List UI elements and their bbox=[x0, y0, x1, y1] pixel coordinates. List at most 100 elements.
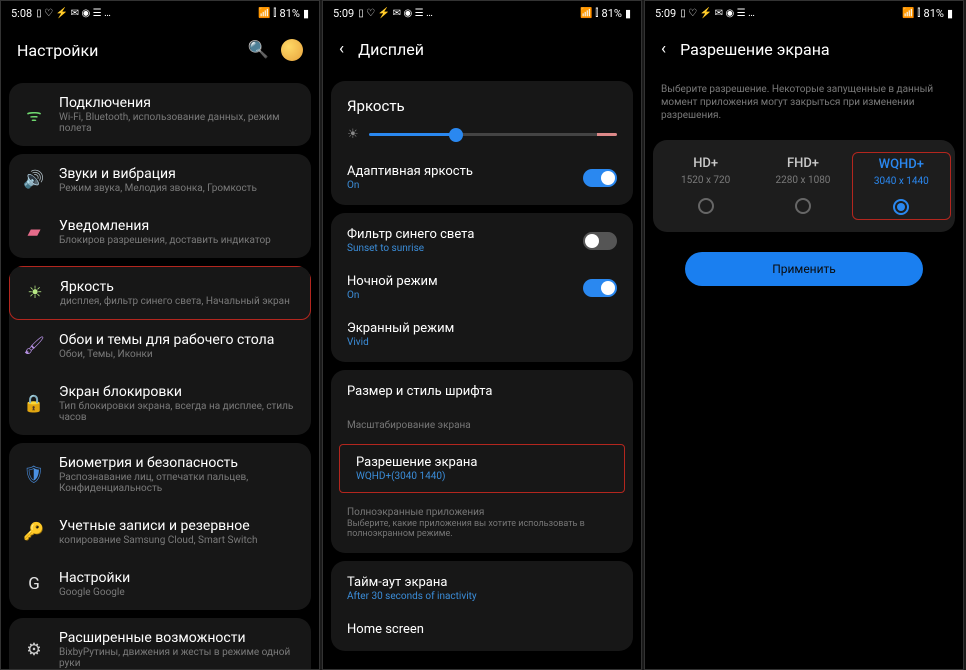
item-connections[interactable]: ᯤ Подключения Wi-Fi, Bluetooth, использо… bbox=[9, 83, 311, 146]
search-icon[interactable]: 🔍 bbox=[248, 40, 269, 60]
google-icon: G bbox=[23, 573, 45, 595]
slider-knob[interactable] bbox=[449, 128, 463, 142]
option-wqhd[interactable]: WQHD+ 3040 x 1440 bbox=[852, 152, 951, 220]
apply-button[interactable]: Применить bbox=[685, 252, 923, 286]
row-sub: WQHD+(3040 1440) bbox=[356, 471, 608, 482]
option-hd[interactable]: HD+ 1520 x 720 bbox=[657, 152, 754, 220]
group-sound: 🔊 Звуки и вибрация Режим звука, Мелодия … bbox=[9, 154, 311, 258]
item-title: Учетные записи и резервное bbox=[59, 518, 297, 534]
settings-screen: 5:08 ▯ ♡ ⚡ ✉ ◉ ☰ … 📶 ⫿ 81% ▮ Настройки 🔍… bbox=[0, 0, 320, 670]
back-icon[interactable]: ‹ bbox=[339, 39, 344, 59]
row-fontsize[interactable]: Размер и стиль шрифта bbox=[331, 374, 633, 409]
clock: 5:08 bbox=[11, 7, 32, 20]
avatar[interactable] bbox=[281, 39, 303, 61]
item-sound[interactable]: 🔊 Звуки и вибрация Режим звука, Мелодия … bbox=[9, 154, 311, 206]
res-dim: 3040 x 1440 bbox=[855, 176, 948, 187]
brightness-slider-row: ☀ bbox=[331, 121, 633, 154]
row-title: Фильтр синего света bbox=[347, 227, 583, 242]
res-name: HD+ bbox=[659, 156, 752, 171]
signal-icon: 📶 ⫿ bbox=[580, 8, 598, 19]
battery: 81% bbox=[280, 7, 300, 20]
brightness-icon: ☀ bbox=[24, 282, 46, 304]
brightness-label: Яркость bbox=[331, 85, 633, 121]
status-bar: 5:09 ▯ ♡ ⚡ ✉ ◉ ☰ … 📶 ⫿ 81% ▮ bbox=[645, 1, 963, 25]
brightness-panel: Яркость ☀ Адаптивная яркость On bbox=[331, 81, 633, 205]
toggle-night[interactable] bbox=[583, 279, 617, 297]
header: ‹ Дисплей bbox=[323, 25, 641, 73]
res-dim: 1520 x 720 bbox=[659, 175, 752, 186]
notif-icon: ▰ bbox=[23, 221, 45, 243]
status-bar: 5:08 ▯ ♡ ⚡ ✉ ◉ ☰ … 📶 ⫿ 81% ▮ bbox=[1, 1, 319, 25]
option-fhd[interactable]: FHD+ 2280 x 1080 bbox=[754, 152, 851, 220]
row-night[interactable]: Ночной режим On bbox=[331, 264, 633, 311]
row-scaling[interactable]: Масштабирование экрана bbox=[331, 409, 633, 441]
row-adaptive[interactable]: Адаптивная яркость On bbox=[331, 154, 633, 201]
sound-icon: 🔊 bbox=[23, 169, 45, 191]
item-lockscreen[interactable]: 🔒 Экран блокировки Тип блокировки экрана… bbox=[9, 372, 311, 435]
row-title: Home screen bbox=[347, 622, 617, 637]
row-title: Масштабирование экрана bbox=[347, 420, 617, 431]
item-title: Биометрия и безопасность bbox=[59, 455, 297, 471]
item-advanced[interactable]: ⚙ Расширенные возможности BixbyРутины, д… bbox=[9, 618, 311, 670]
radio-hd[interactable] bbox=[698, 198, 714, 214]
row-screenmode[interactable]: Экранный режим Vivid bbox=[331, 311, 633, 358]
radio-fhd[interactable] bbox=[795, 198, 811, 214]
row-resolution[interactable]: Разрешение экрана WQHD+(3040 1440) bbox=[339, 444, 625, 493]
row-fullscreen[interactable]: Полноэкранные приложения Выберите, какие… bbox=[331, 496, 633, 549]
item-title: Экран блокировки bbox=[59, 384, 297, 400]
item-title: Звуки и вибрация bbox=[59, 166, 297, 182]
status-icons: ▯ ♡ ⚡ ✉ ◉ ☰ … bbox=[358, 8, 433, 19]
res-dim: 2280 x 1080 bbox=[756, 175, 849, 186]
wifi-icon: ᯤ bbox=[23, 104, 45, 126]
header: Настройки 🔍 bbox=[1, 25, 319, 75]
status-icons: ▯ ♡ ⚡ ✉ ◉ ☰ … bbox=[36, 8, 111, 19]
battery-icon: ▮ bbox=[625, 7, 631, 20]
row-bluelight[interactable]: Фильтр синего света Sunset to sunrise bbox=[331, 217, 633, 264]
res-name: WQHD+ bbox=[855, 157, 948, 172]
page-title: Разрешение экрана bbox=[680, 40, 947, 59]
row-title: Адаптивная яркость bbox=[347, 164, 583, 179]
brightness-slider[interactable] bbox=[369, 133, 617, 136]
item-sub: дисплея, фильтр синего света, Начальный … bbox=[60, 296, 296, 307]
signal-icon: 📶 ⫿ bbox=[902, 8, 920, 19]
toggle-bluelight[interactable] bbox=[583, 232, 617, 250]
display-panel-2: Фильтр синего света Sunset to sunrise Но… bbox=[331, 213, 633, 362]
row-timeout[interactable]: Тайм-аут экрана After 30 seconds of inac… bbox=[331, 565, 633, 612]
row-home[interactable]: Home screen bbox=[331, 612, 633, 647]
row-sub: Sunset to sunrise bbox=[347, 243, 583, 254]
back-icon[interactable]: ‹ bbox=[661, 39, 666, 59]
item-notifications[interactable]: ▰ Уведомления Блокиров разрешения, доста… bbox=[9, 206, 311, 258]
resolution-screen: 5:09 ▯ ♡ ⚡ ✉ ◉ ☰ … 📶 ⫿ 81% ▮ ‹ Разрешени… bbox=[644, 0, 964, 670]
item-title: Обои и темы для рабочего стола bbox=[59, 332, 297, 348]
row-sub: Выберите, какие приложения вы хотите исп… bbox=[347, 519, 617, 539]
battery: 81% bbox=[924, 7, 944, 20]
item-brightness[interactable]: ☀ Яркость дисплея, фильтр синего света, … bbox=[9, 266, 311, 320]
item-sub: Google Google bbox=[59, 587, 297, 598]
item-google[interactable]: G Настройки Google Google bbox=[9, 558, 311, 610]
page-title: Дисплей bbox=[358, 40, 625, 59]
clock: 5:09 bbox=[655, 7, 676, 20]
group-security: 🛡 Биометрия и безопасность Распознавание… bbox=[9, 443, 311, 610]
shield-icon: 🛡 bbox=[23, 464, 45, 486]
toggle-adaptive[interactable] bbox=[583, 169, 617, 187]
row-sub: Vivid bbox=[347, 337, 617, 348]
row-title: Полноэкранные приложения bbox=[347, 507, 617, 518]
item-sub: Wi-Fi, Bluetooth, использование данных, … bbox=[59, 112, 297, 134]
item-accounts[interactable]: 🔑 Учетные записи и резервное копирование… bbox=[9, 506, 311, 558]
item-sub: Распознавание лиц, отпечатки пальцев, Ко… bbox=[59, 472, 297, 494]
battery: 81% bbox=[602, 7, 622, 20]
item-title: Настройки bbox=[59, 570, 297, 586]
hint-text: Выберите разрешение. Некоторые запущенны… bbox=[645, 73, 963, 132]
item-themes[interactable]: 🖌 Обои и темы для рабочего стола Обои, Т… bbox=[9, 320, 311, 372]
radio-wqhd[interactable] bbox=[893, 199, 909, 215]
item-biometrics[interactable]: 🛡 Биометрия и безопасность Распознавание… bbox=[9, 443, 311, 506]
status-bar: 5:09 ▯ ♡ ⚡ ✉ ◉ ☰ … 📶 ⫿ 81% ▮ bbox=[323, 1, 641, 25]
group-connections: ᯤ Подключения Wi-Fi, Bluetooth, использо… bbox=[9, 83, 311, 146]
status-icons: ▯ ♡ ⚡ ✉ ◉ ☰ … bbox=[680, 8, 755, 19]
row-title: Размер и стиль шрифта bbox=[347, 384, 617, 399]
display-screen: 5:09 ▯ ♡ ⚡ ✉ ◉ ☰ … 📶 ⫿ 81% ▮ ‹ Дисплей Я… bbox=[322, 0, 642, 670]
group-display: ☀ Яркость дисплея, фильтр синего света, … bbox=[9, 266, 311, 435]
resolution-options: HD+ 1520 x 720 FHD+ 2280 x 1080 WQHD+ 30… bbox=[653, 140, 955, 232]
sun-icon: ☀ bbox=[347, 127, 359, 142]
clock: 5:09 bbox=[333, 7, 354, 20]
